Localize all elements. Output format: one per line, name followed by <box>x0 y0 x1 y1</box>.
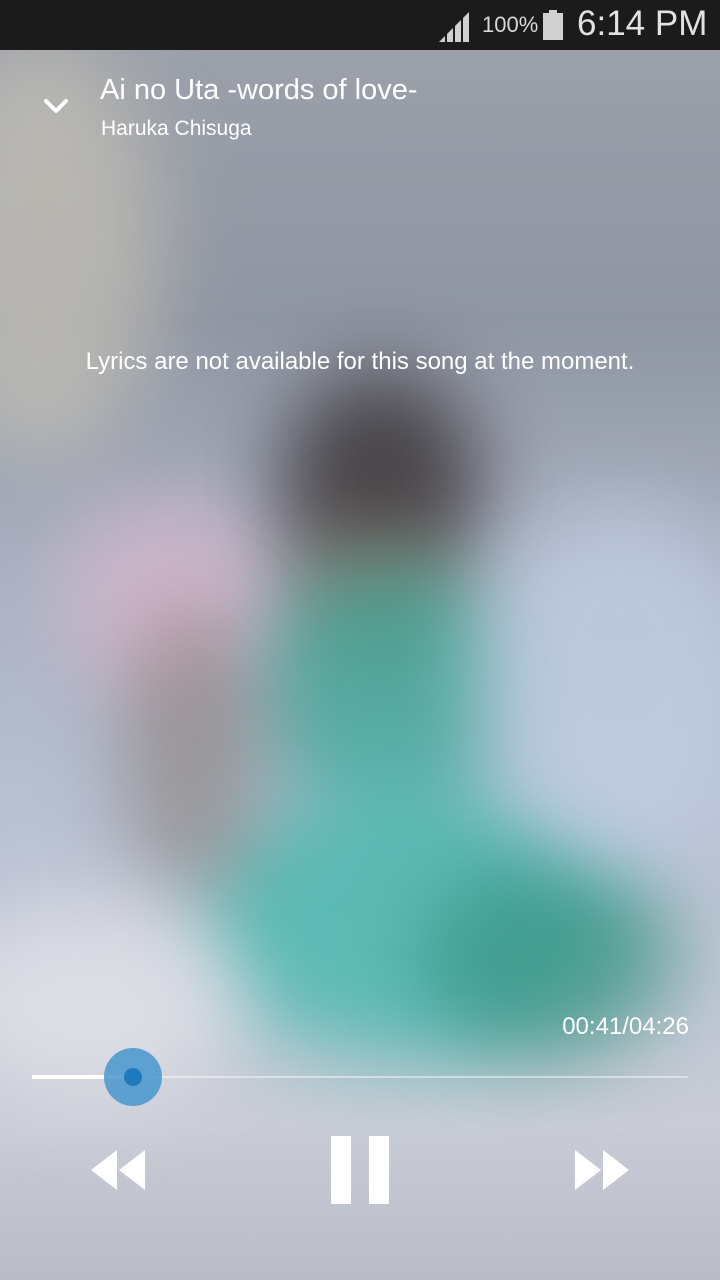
lyrics-unavailable-message: Lyrics are not available for this song a… <box>85 348 635 375</box>
seek-bar[interactable] <box>32 1048 688 1106</box>
seek-bar-thumb[interactable] <box>104 1048 162 1106</box>
signal-strength-icon <box>439 12 469 42</box>
pause-icon <box>331 1136 389 1204</box>
rewind-icon <box>91 1150 145 1190</box>
status-bar: 100% 6:14 PM <box>0 0 720 50</box>
fast-forward-button[interactable] <box>564 1140 640 1200</box>
battery-full-icon <box>543 10 563 40</box>
pause-button[interactable] <box>320 1128 400 1212</box>
chevron-down-icon <box>44 99 68 113</box>
song-title: Ai no Uta -words of love- <box>100 74 418 106</box>
fast-forward-icon <box>575 1150 629 1190</box>
song-artist: Haruka Chisuga <box>101 117 252 140</box>
playback-time: 00:41/04:26 <box>562 1013 689 1040</box>
battery-percentage: 100% <box>482 12 539 37</box>
collapse-player-button[interactable] <box>34 88 78 124</box>
clock: 6:14 PM <box>577 4 708 43</box>
rewind-button[interactable] <box>80 1140 156 1200</box>
